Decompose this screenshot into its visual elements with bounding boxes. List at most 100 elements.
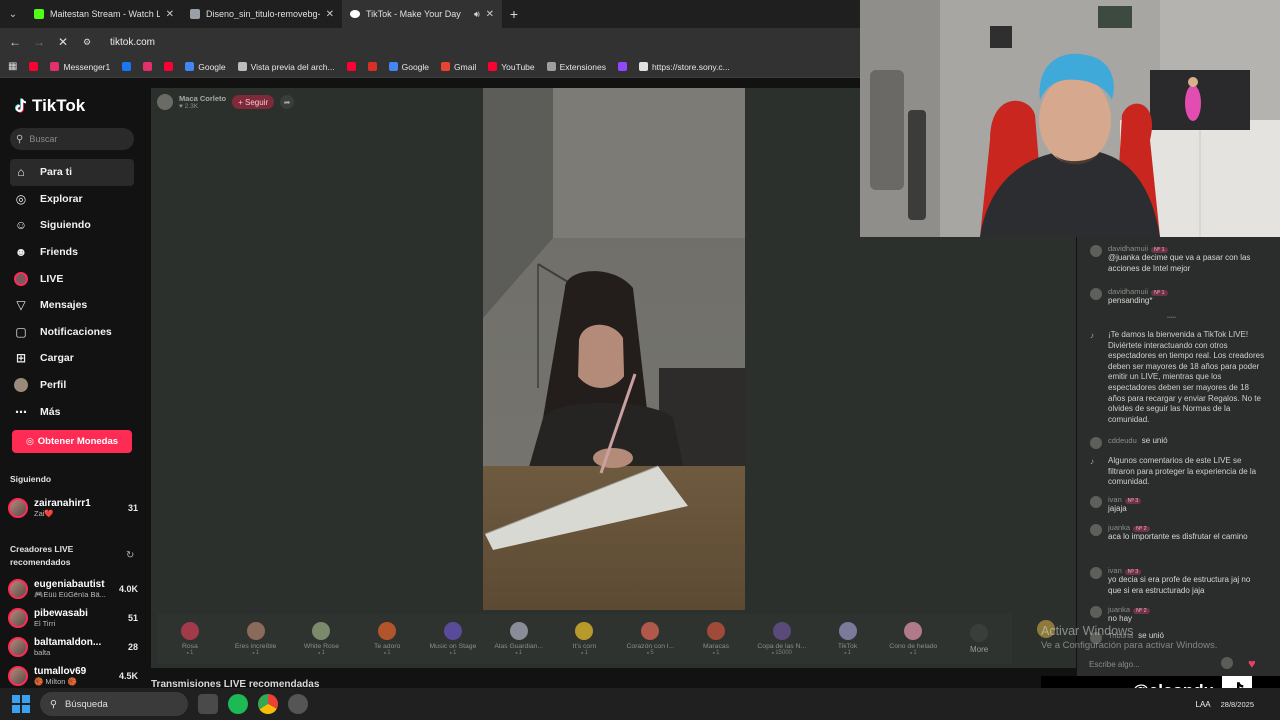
gift-item[interactable]: TikTok ● 1 (815, 622, 881, 656)
gift-item[interactable]: Cono de helado ● 1 (880, 622, 946, 656)
streamer-header: Maca Corleto ♥ 2.3K + Seguir ➦ (157, 94, 295, 110)
get-coins-button[interactable]: ◎ Obtener Monedas (12, 430, 132, 453)
close-icon[interactable]: ✕ (486, 9, 494, 20)
gift-item[interactable]: Music on Stage ● 1 (420, 622, 486, 656)
gift-item[interactable]: It's corn ● 1 (552, 622, 618, 656)
task-view-icon[interactable] (198, 694, 218, 714)
sidebar-item-6[interactable]: ▽ Mensajes (10, 292, 134, 319)
bookmark-item[interactable]: Google (185, 62, 226, 72)
more-gifts-button[interactable]: More (946, 624, 1012, 654)
search-input[interactable]: ⚲ Buscar (10, 128, 134, 150)
recommended-account[interactable]: tumallov69 🏀 Milton 🏀 4.5K (8, 662, 138, 690)
language-indicator[interactable]: LAA (1196, 700, 1211, 709)
bookmark-label: Gmail (454, 61, 477, 72)
chat-username[interactable]: davidhamuii Nº 1 (1108, 287, 1168, 296)
gift-icon (443, 622, 462, 640)
new-tab-button[interactable]: + (502, 6, 526, 22)
bookmark-item[interactable] (367, 62, 377, 71)
bookmark-item[interactable]: Google (388, 62, 429, 72)
gift-item[interactable]: Copa de las N... ● 15000 (749, 622, 815, 656)
tray-date[interactable]: 28/8/2025 (1221, 700, 1254, 709)
tab-kick-stream[interactable]: Maitestan Stream - Watch Live ✕ (26, 0, 182, 28)
gift-icon (180, 622, 199, 640)
follow-button[interactable]: + Seguir (232, 95, 275, 109)
gift-price-value: 1 (716, 650, 720, 656)
sidebar-item-label: Notificaciones (40, 325, 112, 338)
send-icon: ▽ (16, 298, 26, 313)
recommended-account[interactable]: baltamaldon... balta 28 (8, 633, 138, 661)
forward-icon[interactable]: → (32, 35, 46, 49)
refresh-icon[interactable]: ↻ (126, 550, 134, 561)
chat-username[interactable]: davidhamuii Nº 1 (1108, 244, 1265, 253)
sidebar-item-7[interactable]: ▢ Notificaciones (10, 319, 134, 346)
bookmark-item[interactable] (122, 62, 132, 71)
live-video[interactable] (483, 88, 745, 610)
gift-name: Rosa (181, 643, 198, 650)
more-label: More (969, 645, 989, 654)
url-field[interactable]: tiktok.com (110, 37, 155, 48)
spotify-icon[interactable] (228, 694, 248, 714)
gift-price: ● 1 (384, 650, 391, 656)
bookmark-item[interactable]: Vista previa del arch... (237, 62, 335, 72)
bookmark-item[interactable]: Extensiones (546, 62, 606, 72)
bookmark-item[interactable] (29, 62, 39, 71)
gift-item[interactable]: White Rose ● 1 (289, 622, 355, 656)
chat-username[interactable]: ivan Nº 3 (1108, 566, 1265, 575)
recommended-account[interactable]: eugeniabautist 🎮Eüü EüGënïa Bä... 4.0K (8, 575, 138, 603)
share-icon[interactable]: ➦ (280, 95, 295, 109)
gift-icon (641, 622, 660, 640)
sidebar-item-10[interactable]: ⋯ Más (10, 398, 134, 425)
following-account[interactable]: zairanahirr1 Zai❤️ 31 (8, 494, 138, 522)
chat-input[interactable]: Escribe algo... (1089, 655, 1225, 673)
sidebar-item-5[interactable]: LIVE (10, 265, 134, 292)
username-text: ivan (1108, 495, 1122, 504)
chrome-icon[interactable] (258, 694, 278, 714)
tab-search-chevron-icon[interactable]: ⌄ (0, 9, 26, 20)
stop-loading-icon[interactable]: ✕ (56, 35, 70, 49)
gift-item[interactable]: Eres increíble ● 1 (223, 622, 289, 656)
chat-username[interactable]: ivan Nº 3 (1108, 495, 1142, 504)
tab-diseno[interactable]: Diseno_sin_titulo-removebg-pr ✕ (182, 0, 342, 28)
obs-icon[interactable] (288, 694, 308, 714)
sidebar-item-2[interactable]: ◎ Explorar (10, 186, 134, 213)
gift-item[interactable]: Rosa ● 1 (157, 622, 223, 656)
taskbar-search[interactable]: ⚲ Búsqueda (40, 692, 188, 716)
recommended-account[interactable]: pibewasabi El Tirri 51 (8, 604, 138, 632)
site-info-icon[interactable]: ⚙ (80, 37, 94, 48)
tab-tiktok[interactable]: TikTok - Make Your Day 🔊︎ ✕ (342, 0, 502, 28)
apps-grid-icon[interactable]: ▦ (8, 61, 17, 72)
sidebar-item-4[interactable]: ☻ Friends (10, 239, 134, 266)
bookmark-item[interactable]: Gmail (441, 62, 476, 72)
bookmark-item[interactable] (617, 62, 627, 71)
close-icon[interactable]: ✕ (166, 9, 174, 20)
avatar (1090, 245, 1102, 257)
chat-username[interactable]: juanka Nº 2 (1108, 523, 1248, 532)
bookmark-item[interactable] (143, 62, 153, 71)
streamer-name[interactable]: Maca Corleto (179, 94, 226, 103)
bookmark-label: Messenger1 (63, 61, 111, 72)
gift-item[interactable]: Te adoro ● 1 (354, 622, 420, 656)
chat-username[interactable]: juanka Nº 2 (1108, 605, 1150, 614)
bookmark-item[interactable]: https://store.sony.c... (638, 62, 730, 72)
sidebar-item-9[interactable]: Perfil (10, 372, 134, 399)
friends-icon: ☻ (14, 245, 28, 260)
windows-start-icon[interactable] (8, 691, 34, 717)
gift-item[interactable]: Maracas ● 1 (683, 622, 749, 656)
gift-item[interactable]: Corazón con l... ● 5 (617, 622, 683, 656)
heart-icon[interactable]: ♥ (1248, 656, 1264, 672)
bookmark-item[interactable]: YouTube (488, 62, 535, 72)
bookmark-item[interactable] (164, 62, 174, 71)
bookmark-item[interactable]: Messenger1 (50, 62, 110, 72)
streamer-avatar[interactable] (157, 94, 173, 110)
emoji-icon[interactable] (1221, 657, 1233, 669)
sidebar-item-8[interactable]: ⊞ Cargar (10, 345, 134, 372)
chat-username[interactable]: cddeudu se unió (1108, 436, 1168, 447)
tiktok-logo[interactable]: TikTok (14, 96, 85, 116)
back-icon[interactable]: ← (8, 35, 22, 49)
gift-item[interactable]: Alas Guardian... ● 1 (486, 622, 552, 656)
audio-icon[interactable]: 🔊︎ (474, 9, 480, 20)
close-icon[interactable]: ✕ (326, 9, 334, 20)
sidebar-item-1[interactable]: ⌂ Para ti (10, 159, 134, 186)
bookmark-item[interactable] (346, 62, 356, 71)
sidebar-item-3[interactable]: ☺ Siguiendo (10, 212, 134, 239)
